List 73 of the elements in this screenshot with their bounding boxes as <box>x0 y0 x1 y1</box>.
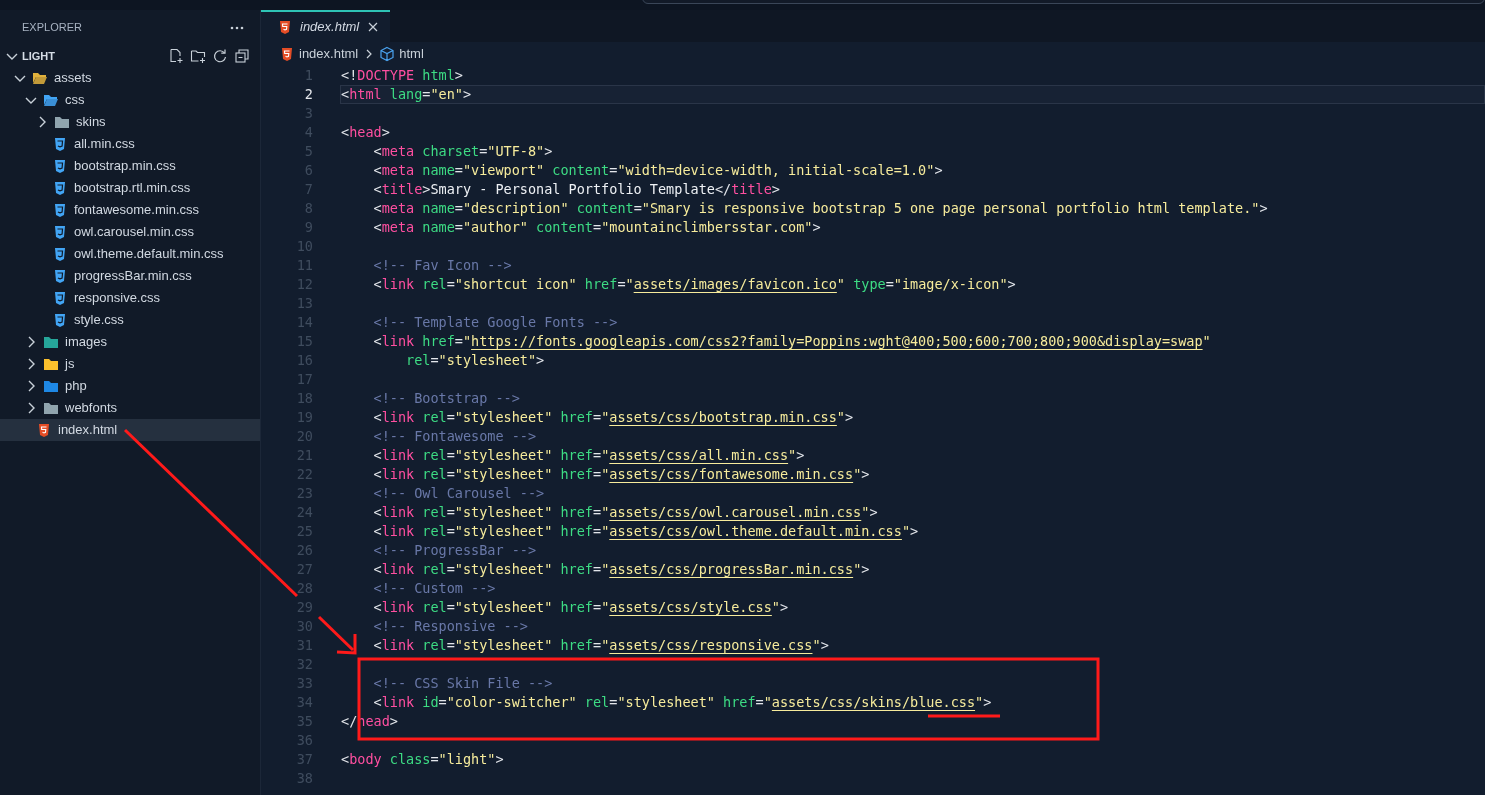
code-line: <link rel="shortcut icon" href="assets/images/favicon.ico" type="image/x-icon"> <box>372 275 1016 295</box>
code-line: <html lang="en"> <box>341 85 472 105</box>
new-folder-icon[interactable] <box>190 48 206 64</box>
css-file-icon <box>52 246 68 262</box>
underline-mark <box>928 714 1000 718</box>
code-line: <meta name="description" content="Smary is responsive bootstrap 5 one page personal portfolio html template."> <box>372 199 1268 219</box>
html-file-icon <box>279 46 295 62</box>
code-line: <!-- Owl Carousel --> <box>372 484 545 504</box>
code-line: <!-- ProgressBar --> <box>372 541 537 561</box>
css-file-icon <box>52 158 68 174</box>
code-line: <link rel="stylesheet" href="assets/css/bootstrap.min.css"> <box>372 408 854 428</box>
html-file-icon <box>277 19 293 35</box>
code-line: <meta name="viewport" content="width=device-width, initial-scale=1.0"> <box>372 161 943 181</box>
tree-item[interactable]: fontawesome.min.css <box>0 199 260 221</box>
code-line: rel="stylesheet"> <box>405 351 545 371</box>
code-line: <meta charset="UTF-8"> <box>372 142 553 162</box>
tree-item[interactable]: webfonts <box>0 397 260 419</box>
code-line: <!-- Responsive --> <box>372 617 528 637</box>
code-line: <meta name="author" content="mountainclimbersstar.com"> <box>372 218 821 238</box>
css-file-icon <box>52 202 68 218</box>
css-file-icon <box>52 224 68 240</box>
code-line: <!DOCTYPE html> <box>341 66 463 86</box>
tree-item[interactable]: index.html <box>0 419 260 441</box>
tree-item[interactable]: responsive.css <box>0 287 260 309</box>
css-file-icon <box>52 312 68 328</box>
line-number: 2 <box>303 85 313 105</box>
collapse-all-icon[interactable] <box>234 48 250 64</box>
tree-item[interactable]: owl.theme.default.min.css <box>0 243 260 265</box>
tree-item[interactable]: bootstrap.rtl.min.css <box>0 177 260 199</box>
code-line: <link rel="stylesheet" href="assets/css/owl.theme.default.min.css"> <box>372 522 919 542</box>
code-line: <title>Smary - Personal Portfolio Template</title> <box>372 180 780 200</box>
refresh-icon[interactable] <box>212 48 228 64</box>
more-icon[interactable] <box>230 25 244 30</box>
code-line: <link rel="stylesheet" href="assets/css/responsive.css"> <box>372 636 829 656</box>
chevron-right-icon <box>364 48 374 60</box>
tree-item[interactable]: owl.carousel.min.css <box>0 221 260 243</box>
tree-item[interactable]: images <box>0 331 260 353</box>
html-file-icon <box>36 422 52 438</box>
tree-item[interactable]: js <box>0 353 260 375</box>
code-line: <link id="color-switcher" rel="stylesheet" href="assets/css/skins/blue.css"> <box>372 693 992 713</box>
code-line: <link href="https://fonts.googleapis.com/css2?family=Poppins:wght@400;500;600;700;800;900&display=swap" <box>372 332 1211 352</box>
code-line: <!-- Template Google Fonts --> <box>372 313 618 333</box>
code-line: <link rel="stylesheet" href="assets/css/progressBar.min.css"> <box>372 560 870 580</box>
tree-item[interactable]: php <box>0 375 260 397</box>
tree-item[interactable]: bootstrap.min.css <box>0 155 260 177</box>
tree-item[interactable]: progressBar.min.css <box>0 265 260 287</box>
code-line: <!-- Fav Icon --> <box>372 256 512 276</box>
code-line: <link rel="stylesheet" href="assets/css/owl.carousel.min.css"> <box>372 503 878 523</box>
breadcrumb-item[interactable]: index.html <box>299 44 359 64</box>
code-line: <link rel="stylesheet" href="assets/css/style.css"> <box>372 598 789 618</box>
code-line: <body class="light"> <box>341 750 504 770</box>
code-line: <link rel="stylesheet" href="assets/css/fontawesome.min.css"> <box>372 465 870 485</box>
new-file-icon[interactable] <box>168 48 184 64</box>
tree-item[interactable]: all.min.css <box>0 133 260 155</box>
project-folder-header[interactable]: LIGHT <box>22 47 55 65</box>
sidebar-title: EXPLORER <box>22 20 82 36</box>
tree-item[interactable]: assets <box>0 67 260 89</box>
css-file-icon <box>52 180 68 196</box>
breadcrumb-item[interactable]: html <box>399 44 424 64</box>
tree-item[interactable]: skins <box>0 111 260 133</box>
code-line: <!-- Fontawesome --> <box>372 427 537 447</box>
code-line: <!-- Bootstrap --> <box>372 389 520 409</box>
editor-tab[interactable]: index.html <box>261 10 391 42</box>
code-line: <head> <box>341 123 390 143</box>
tree-item[interactable]: css <box>0 89 260 111</box>
cube-icon <box>379 46 396 62</box>
code-line: <!-- CSS Skin File --> <box>372 674 553 694</box>
css-file-icon <box>52 136 68 152</box>
code-line: <link rel="stylesheet" href="assets/css/all.min.css"> <box>372 446 805 466</box>
tree-item[interactable]: style.css <box>0 309 260 331</box>
css-file-icon <box>52 290 68 306</box>
code-line: <!-- Custom --> <box>372 579 496 599</box>
css-file-icon <box>52 268 68 284</box>
